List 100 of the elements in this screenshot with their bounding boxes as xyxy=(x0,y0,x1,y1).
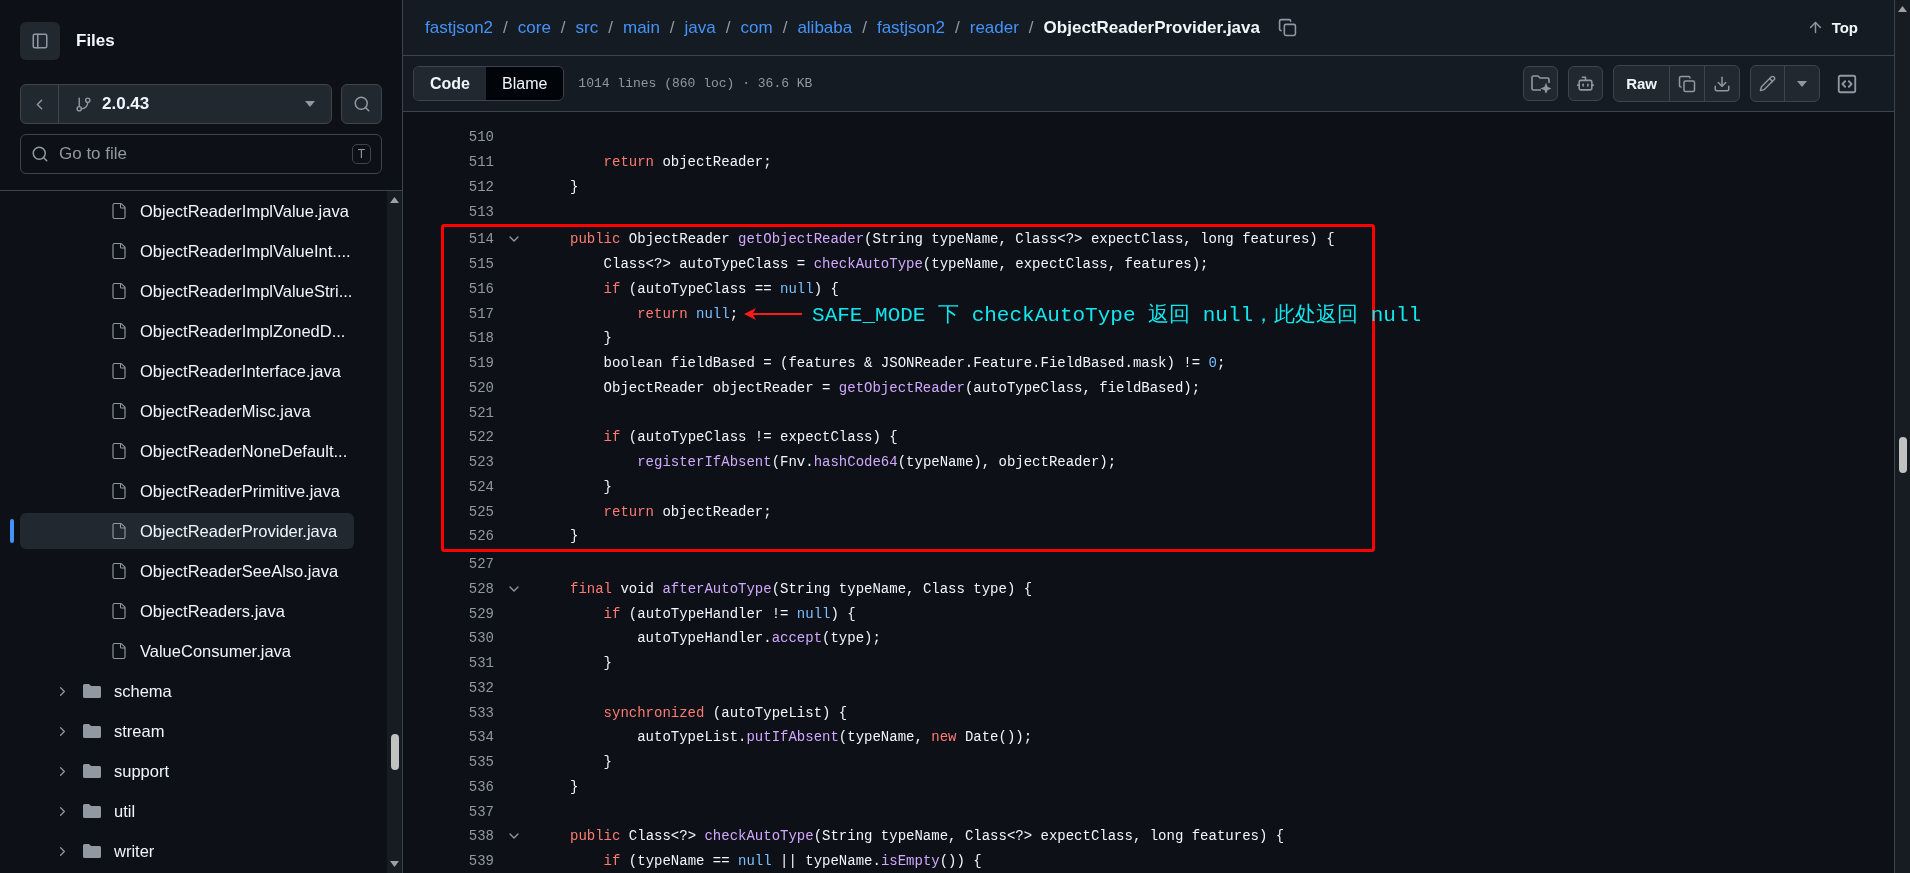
path-separator: / xyxy=(862,17,867,38)
go-to-file-field[interactable]: Go to file T xyxy=(20,134,382,174)
code-line: ObjectReader objectReader = getObjectReader(autoTypeClass, fieldBased); xyxy=(602,379,1201,396)
file-item[interactable]: ObjectReaderMisc.java xyxy=(20,393,354,429)
folder-item[interactable]: support xyxy=(20,753,354,789)
line-number: 523 xyxy=(467,454,494,471)
scroll-up-icon[interactable] xyxy=(390,197,399,203)
scroll-up-icon[interactable] xyxy=(1898,6,1907,12)
code-line: } xyxy=(570,778,579,795)
breadcrumb-link[interactable]: fastjson2 xyxy=(425,17,494,38)
file-item[interactable]: ObjectReaderSeeAlso.java xyxy=(20,553,354,589)
copy-path-button[interactable] xyxy=(1278,18,1297,37)
file-item[interactable]: ObjectReaderPrimitive.java xyxy=(20,473,354,509)
code-line: } xyxy=(602,754,612,771)
path-separator: / xyxy=(669,17,675,38)
breadcrumb-link[interactable]: fastjson2 xyxy=(876,17,945,38)
breadcrumb-link[interactable]: core xyxy=(517,17,551,38)
code-line: public ObjectReader getObjectReader(String typeName, Class<?> expectClass, long features) { xyxy=(570,231,1335,248)
folder-item[interactable]: writer xyxy=(20,833,354,869)
line-number: 510 xyxy=(467,129,494,146)
breadcrumb-link[interactable]: alibaba xyxy=(797,17,853,38)
view-tab[interactable]: Code xyxy=(414,67,486,100)
folder-icon xyxy=(82,763,102,779)
line-number: 533 xyxy=(467,704,494,721)
file-item[interactable]: ObjectReaderInterface.java xyxy=(20,353,354,389)
line-number: 539 xyxy=(467,853,494,870)
file-icon xyxy=(110,482,128,500)
file-item[interactable]: ObjectReaderImplZonedD... xyxy=(20,313,354,349)
selection-indicator xyxy=(10,519,14,543)
code-line: if (autoTypeClass == null) { xyxy=(602,280,839,297)
file-item[interactable]: ObjectReaderImplValueInt.... xyxy=(20,233,354,269)
path-separator: / xyxy=(1028,17,1034,38)
folder-star-button[interactable] xyxy=(1523,66,1559,101)
search-icon xyxy=(352,95,371,113)
file-icon xyxy=(110,602,128,620)
code-line: } xyxy=(602,478,612,495)
pencil-icon xyxy=(1759,75,1776,92)
scrollbar-thumb[interactable] xyxy=(390,734,399,770)
line-number: 536 xyxy=(467,778,494,795)
path-separator: / xyxy=(503,17,508,38)
file-icon xyxy=(110,522,128,540)
line-number: 516 xyxy=(467,280,494,297)
folder-icon xyxy=(82,803,102,819)
file-item[interactable]: ObjectReaderNoneDefault... xyxy=(20,433,354,469)
search-button[interactable] xyxy=(341,84,382,124)
code-line: boolean fieldBased = (features & JSONReader.Feature.FieldBased.mask) != 0; xyxy=(602,355,1226,372)
breadcrumb-link[interactable]: src xyxy=(575,17,599,38)
code-symbol-button[interactable] xyxy=(1836,72,1858,95)
code-line: autoTypeHandler.accept(type); xyxy=(636,630,881,647)
file-item[interactable]: ObjectReaderImplValueStri... xyxy=(20,273,354,309)
line-number: 531 xyxy=(467,655,494,672)
file-info: 1014 lines (860 loc) · 36.6 KB xyxy=(578,76,813,91)
breadcrumb-link[interactable]: java xyxy=(684,17,716,38)
line-number: 521 xyxy=(467,404,494,421)
file-item[interactable]: ValueConsumer.java xyxy=(20,633,354,669)
folder-star-icon xyxy=(1530,74,1551,93)
file-item[interactable]: ObjectReaders.java xyxy=(20,593,354,629)
code-line: autoTypeList.putIfAbsent(typeName, new Date()); xyxy=(636,729,1033,746)
go-to-file-input[interactable]: Go to file xyxy=(59,144,342,164)
line-number: 524 xyxy=(467,478,494,495)
line-number: 538 xyxy=(467,828,494,845)
file-icon xyxy=(110,202,128,220)
caret-icon xyxy=(1797,80,1807,87)
file-item[interactable]: ObjectReaderProvider.java xyxy=(20,513,354,549)
shortcut-key: T xyxy=(351,144,371,164)
breadcrumb-link[interactable]: reader xyxy=(969,17,1019,38)
file-icon xyxy=(110,322,128,340)
scroll-down-icon[interactable] xyxy=(390,861,399,867)
line-number: 529 xyxy=(467,605,494,622)
code-line: } xyxy=(602,330,612,347)
code-line: registerIfAbsent(Fnv.hashCode64(typeName), objectReader); xyxy=(636,454,1117,471)
line-number: 528 xyxy=(467,580,494,597)
folder-icon xyxy=(82,683,102,699)
view-tab[interactable]: Blame xyxy=(486,67,564,100)
line-number: 527 xyxy=(467,556,494,573)
line-number: 537 xyxy=(467,803,494,820)
scrollbar-thumb[interactable] xyxy=(1898,437,1907,473)
path-separator: / xyxy=(608,17,613,38)
code-line: final void afterAutoType(String typeName, Class type) { xyxy=(570,580,1033,597)
path-separator: / xyxy=(955,17,960,38)
breadcrumb-link[interactable]: com xyxy=(740,17,773,38)
folder-item[interactable]: util xyxy=(20,793,354,829)
code-line: if (autoTypeClass != expectClass) { xyxy=(602,429,898,446)
breadcrumb-link[interactable]: main xyxy=(623,17,660,38)
code-line: } xyxy=(570,178,579,195)
folder-item[interactable]: schema xyxy=(20,673,354,709)
bot-button[interactable] xyxy=(1568,66,1604,101)
file-icon xyxy=(110,362,128,380)
code-icon xyxy=(1836,72,1858,95)
line-number: 511 xyxy=(467,154,494,171)
line-number: 514 xyxy=(467,231,494,248)
file-icon xyxy=(110,282,128,300)
code-line: public Class<?> checkAutoType(String typeName, Class<?> expectClass, long features) { xyxy=(570,828,1285,845)
top-link[interactable]: Top xyxy=(1806,19,1858,36)
sidebar-toggle-button[interactable] xyxy=(20,22,60,60)
folder-item[interactable]: stream xyxy=(20,713,354,749)
file-item[interactable]: ObjectReaderImplValue.java xyxy=(20,193,354,229)
code-line: if (typeName == null || typeName.isEmpty()) { xyxy=(602,853,982,870)
search-icon xyxy=(31,145,49,163)
line-number: 526 xyxy=(467,528,494,545)
